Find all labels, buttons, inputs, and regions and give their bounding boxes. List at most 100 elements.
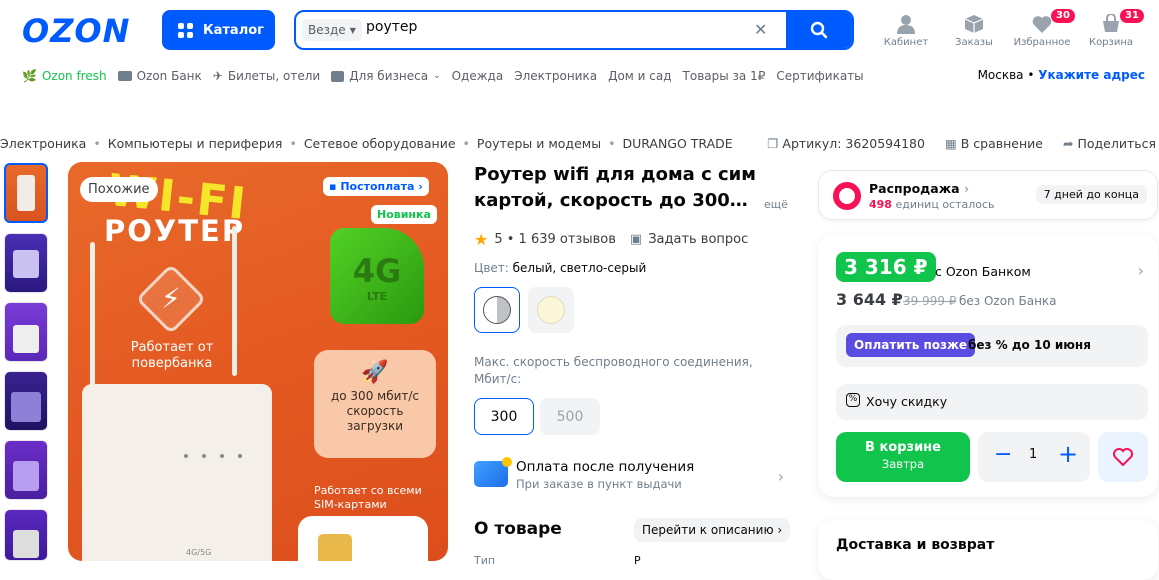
discount-icon: %: [846, 393, 860, 407]
image-powerbank-text: Работает от повербанка: [130, 340, 214, 371]
rating-row: ★ 5 • 1 639 отзывов ▣ Задать вопрос: [474, 230, 748, 249]
grid-icon: [178, 22, 193, 38]
in-cart-sublabel: Завтра: [881, 457, 925, 471]
postpay-badge[interactable]: ▪ Постоплата ›: [323, 177, 429, 196]
header-icon-label: Кабинет: [883, 37, 929, 48]
header-icon-label: Избранное: [1013, 37, 1071, 48]
old-price: 39 999 ₽: [903, 294, 957, 308]
chevron-right-icon[interactable]: ›: [1138, 261, 1144, 280]
sale-banner[interactable]: Распродажа › 498 единиц осталось 7 дней …: [818, 170, 1158, 220]
plus-button[interactable]: +: [1058, 440, 1078, 468]
search-icon: [810, 21, 828, 39]
ozon-logo[interactable]: OZON: [22, 12, 130, 50]
nav-label: Ozon Банк: [136, 69, 202, 83]
pay-after-receive-row[interactable]: Оплата после получения При заказе в пунк…: [474, 457, 784, 491]
nav-label: Дом и сад: [608, 69, 672, 83]
nav-home-garden[interactable]: Дом и сад: [608, 69, 671, 83]
header-favorites[interactable]: 30 Избранное: [1012, 9, 1075, 48]
thumbnail-image[interactable]: [4, 371, 48, 431]
search-button[interactable]: [786, 12, 852, 48]
product-meta-bar: ❐ Артикул: 3620594180 ▦ В сравнение ➦ По…: [767, 136, 1156, 151]
regular-caption: без Ozon Банка: [959, 294, 1057, 308]
header-cart[interactable]: 31 Корзина: [1081, 9, 1144, 48]
breadcrumb-item[interactable]: DURANGO TRADE: [622, 136, 732, 151]
catalog-button[interactable]: Каталог: [162, 10, 275, 50]
breadcrumb-item[interactable]: Электроника: [0, 136, 86, 151]
header-orders[interactable]: Заказы: [944, 14, 1004, 48]
ozon-card-caption: с Ozon Банком: [935, 264, 1031, 279]
similar-button[interactable]: Похожие: [80, 177, 158, 202]
thumbnail-image[interactable]: [4, 509, 48, 561]
speed-card-text: до 300 мбит/с скорость загрузки: [330, 389, 420, 433]
share-button[interactable]: ➦ Поделиться: [1063, 136, 1156, 151]
header-icon-label: Заказы: [955, 37, 993, 48]
favorites-count-badge: 30: [1051, 9, 1075, 23]
goto-description-button[interactable]: Перейти к описанию ›: [634, 518, 791, 542]
share-icon: ➦: [1062, 136, 1074, 151]
sale-remaining: 498 единиц осталось: [869, 198, 995, 211]
nav-business[interactable]: Для бизнеса ⌄: [331, 69, 441, 83]
pay-later-button[interactable]: Оплатить позже: [846, 333, 976, 357]
router-device: 4G/5G: [82, 384, 272, 561]
swatch-circle: [483, 296, 511, 324]
header-cabinet[interactable]: Кабинет: [876, 14, 936, 48]
breadcrumb-item[interactable]: Сетевое оборудование: [304, 136, 456, 151]
sale-title: Распродажа ›: [869, 181, 970, 196]
fresh-icon: 🌿: [22, 69, 37, 83]
in-cart-button[interactable]: В корзине Завтра: [836, 432, 970, 482]
nav-one-ruble[interactable]: Товары за 1₽: [683, 69, 766, 83]
clear-icon[interactable]: ✕: [754, 20, 767, 39]
box-icon: [964, 15, 984, 33]
nav-label: Ozon fresh: [41, 69, 107, 83]
city-selector[interactable]: Москва • Укажите адрес: [978, 68, 1145, 82]
compare-button[interactable]: ▦ В сравнение: [945, 136, 1043, 151]
speed-option-300[interactable]: 300: [474, 398, 534, 435]
person-icon: [897, 15, 915, 34]
speed-option-500[interactable]: 500: [540, 398, 600, 435]
heart-icon: [1113, 448, 1133, 467]
color-swatch-white-grey[interactable]: [474, 287, 520, 333]
in-cart-label: В корзине: [865, 440, 941, 455]
nav-clothes[interactable]: Одежда: [452, 69, 504, 83]
breadcrumb-item[interactable]: Компьютеры и периферия: [108, 136, 283, 151]
quantity-stepper: − 1 +: [978, 432, 1090, 482]
search-scope-select[interactable]: Везде ▼: [302, 19, 362, 41]
nav-tickets[interactable]: ✈ Билеты, отели: [213, 69, 320, 83]
chevron-right-icon: ›: [777, 467, 784, 486]
catalog-label: Каталог: [203, 22, 264, 38]
color-label-prefix: Цвет:: [474, 261, 509, 275]
article-number[interactable]: ❐ Артикул: 3620594180: [767, 136, 925, 151]
lte-badge: 4G LTE: [330, 228, 424, 324]
nav-label: Электроника: [514, 69, 598, 83]
breadcrumb-item[interactable]: Роутеры и модемы: [477, 136, 601, 151]
regular-price: 3 644 ₽: [836, 290, 903, 309]
lightning-icon: ⚡: [161, 282, 181, 315]
star-icon: ★: [474, 230, 489, 249]
paylater-row[interactable]: Оплатить позже без % до 10 июня: [836, 325, 1148, 367]
title-more-link[interactable]: ещё: [764, 198, 788, 211]
caret-down-icon: ▼: [349, 25, 356, 35]
favorite-button[interactable]: [1098, 432, 1148, 482]
color-swatch-cream[interactable]: [528, 287, 574, 333]
postpay-label: Постоплата: [340, 180, 415, 193]
cart-count-badge: 31: [1120, 9, 1144, 23]
nav-electronics[interactable]: Электроника: [514, 69, 597, 83]
nav-ozon-fresh[interactable]: 🌿 Ozon fresh: [22, 69, 107, 83]
address-link[interactable]: Укажите адрес: [1038, 68, 1145, 82]
thumbnail-image[interactable]: [4, 440, 48, 500]
want-discount-row[interactable]: % Хочу скидку: [836, 384, 1148, 420]
rocket-icon: 🚀: [361, 360, 389, 385]
reviews-link[interactable]: 5 • 1 639 отзывов: [494, 232, 616, 247]
lte-label: LTE: [366, 290, 388, 303]
thumbnail-image[interactable]: [4, 233, 48, 293]
minus-button[interactable]: −: [994, 442, 1012, 467]
thumbnail-image[interactable]: [4, 302, 48, 362]
ozon-card-price: 3 316 ₽: [836, 252, 936, 282]
nav-ozon-bank[interactable]: Ozon Банк: [117, 69, 202, 83]
card-icon: [474, 457, 512, 487]
nav-certificates[interactable]: Сертификаты: [776, 69, 863, 83]
thumbnail-image[interactable]: [4, 163, 48, 223]
ask-question-link[interactable]: Задать вопрос: [648, 232, 748, 247]
search-input[interactable]: [366, 19, 736, 35]
antenna-left: [90, 242, 95, 392]
